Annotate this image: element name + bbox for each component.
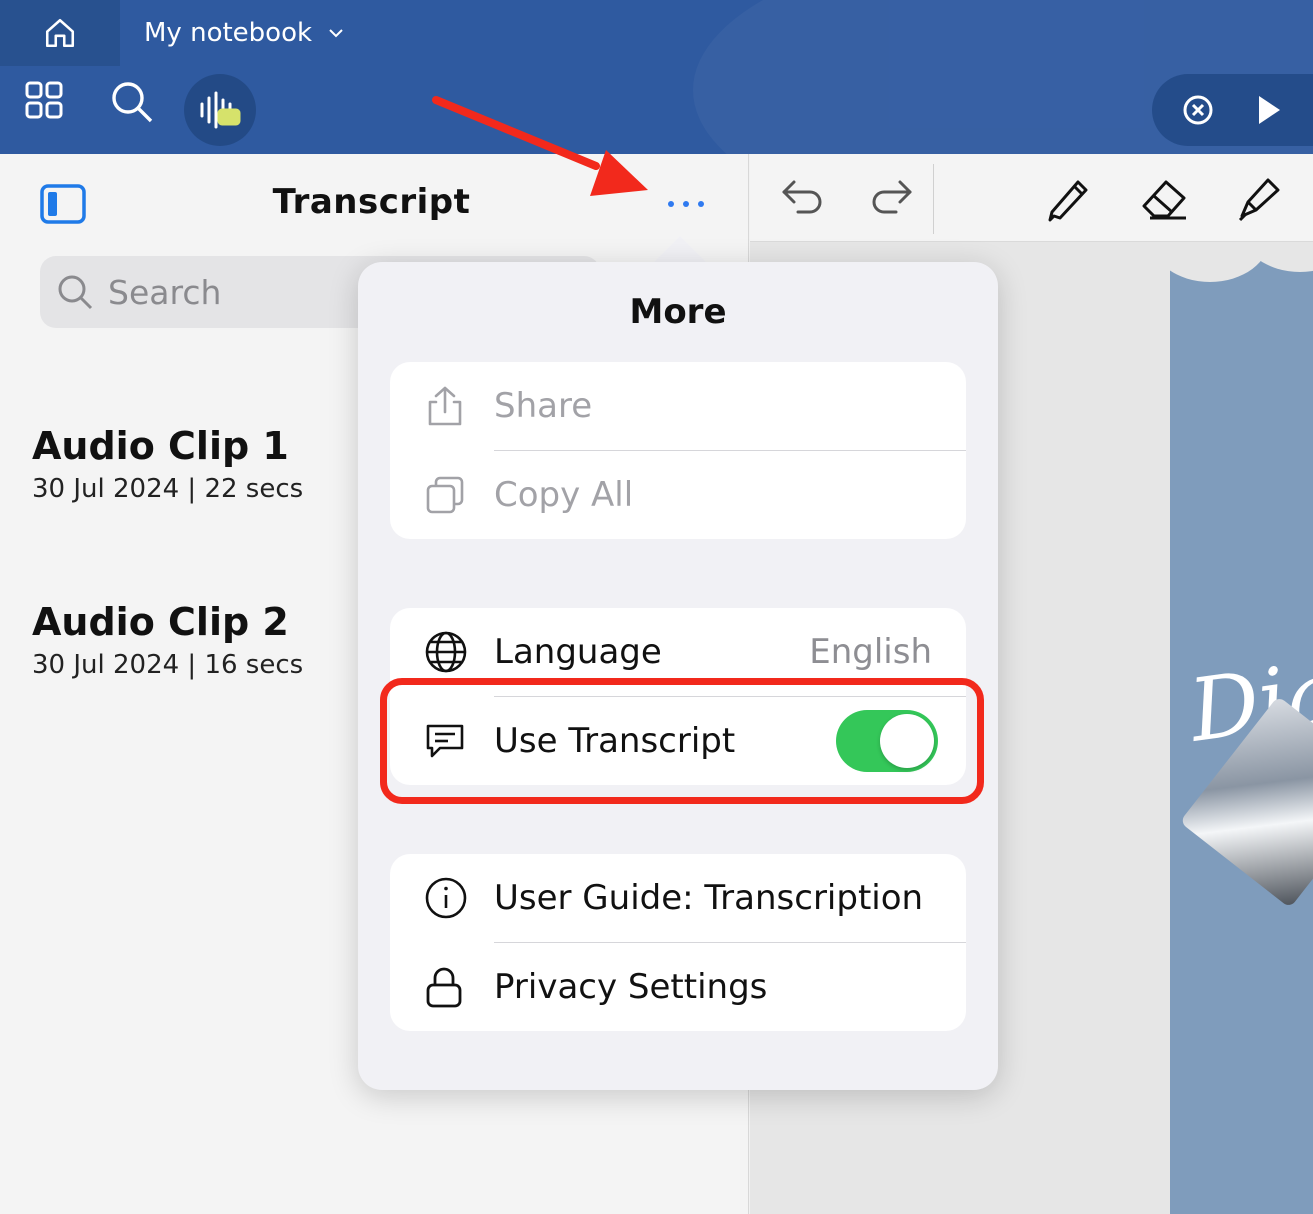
popover-arrow	[652, 236, 708, 264]
playback-controls	[1152, 74, 1313, 146]
toolbar-divider	[933, 164, 934, 234]
popover-title: More	[629, 292, 727, 332]
lock-icon	[424, 965, 464, 1009]
more-dot	[668, 201, 674, 207]
chevron-down-icon	[329, 29, 343, 38]
search-button[interactable]	[110, 80, 154, 124]
grid-view-button[interactable]	[24, 80, 64, 120]
clip-meta: 30 Jul 2024 | 16 secs	[32, 650, 304, 680]
menu-item-label: Share	[494, 386, 593, 426]
eraser-tool-button[interactable]	[1140, 176, 1188, 220]
search-icon	[112, 82, 153, 123]
clip-name: Audio Clip 1	[32, 424, 289, 468]
home-tab[interactable]	[0, 0, 120, 66]
more-dot	[683, 201, 689, 207]
close-circle-icon[interactable]	[1182, 94, 1214, 126]
menu-item-label: User Guide: Transcription	[494, 878, 924, 918]
export-group: Share Copy All	[390, 362, 966, 539]
clip-meta: 30 Jul 2024 | 22 secs	[32, 474, 304, 504]
help-group: User Guide: Transcription Privacy Settin…	[390, 854, 966, 1031]
menu-item-label: Privacy Settings	[494, 967, 768, 1007]
more-options-button[interactable]	[664, 190, 708, 218]
menu-item-label: Language	[494, 632, 662, 672]
more-dot	[698, 201, 704, 207]
menu-item-share[interactable]: Share	[390, 362, 966, 450]
more-popover: More Share Copy All Language English Use…	[358, 262, 998, 1090]
pen-tool-button[interactable]	[1046, 176, 1090, 222]
sidebar-title: Transcript	[272, 182, 471, 222]
notebook-tab[interactable]: My notebook	[120, 0, 370, 66]
menu-item-user-guide[interactable]: User Guide: Transcription	[390, 854, 966, 942]
info-icon	[424, 876, 468, 920]
share-icon	[424, 384, 466, 428]
play-icon[interactable]	[1256, 94, 1282, 126]
eraser-icon	[1142, 180, 1186, 220]
redo-icon	[872, 180, 912, 214]
annotation-highlight-box	[380, 678, 984, 804]
clip-name: Audio Clip 2	[32, 600, 289, 644]
grid-icon	[25, 81, 63, 119]
menu-item-copy-all[interactable]: Copy All	[390, 451, 966, 539]
language-value: English	[809, 632, 932, 672]
search-icon	[58, 275, 93, 310]
undo-icon	[782, 180, 822, 214]
canvas-toolbar	[750, 154, 1313, 242]
notebook-title: My notebook	[144, 18, 313, 48]
notebook-page: Dia	[1170, 242, 1313, 1214]
pen-icon	[1048, 180, 1088, 222]
audio-wave-icon	[200, 91, 241, 129]
audio-transcript-button[interactable]	[184, 74, 256, 146]
home-icon	[45, 18, 75, 48]
list-item-audio-clip-2[interactable]: Audio Clip 2 30 Jul 2024 | 16 secs	[32, 600, 303, 680]
redo-button[interactable]	[868, 176, 914, 216]
menu-item-privacy-settings[interactable]: Privacy Settings	[390, 943, 966, 1031]
menu-item-label: Copy All	[494, 475, 634, 515]
undo-button[interactable]	[780, 176, 826, 216]
copy-icon	[424, 474, 466, 516]
app-bar: My notebook	[0, 0, 1313, 154]
globe-icon	[424, 630, 468, 674]
highlighter-tool-button[interactable]	[1236, 176, 1282, 222]
list-item-audio-clip-1[interactable]: Audio Clip 1 30 Jul 2024 | 22 secs	[32, 424, 303, 504]
highlighter-icon	[1238, 178, 1280, 222]
